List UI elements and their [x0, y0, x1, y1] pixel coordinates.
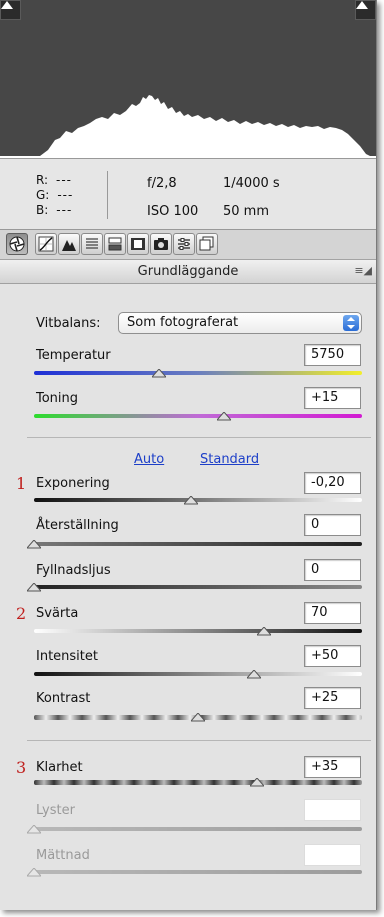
- clipping-highlight-button[interactable]: [355, 0, 376, 20]
- section-title: Grundläggande: [137, 264, 239, 279]
- fill-light-input[interactable]: 0: [304, 559, 361, 581]
- slider-label: Exponering: [36, 476, 110, 491]
- basic-settings: Vitbalans: Som fotograferat Temperatur 5…: [0, 284, 376, 910]
- rgb-g: G: ---: [36, 188, 74, 202]
- slider-thumb-icon[interactable]: [217, 412, 232, 421]
- contrast-input[interactable]: +25: [304, 687, 361, 709]
- detail-icon: [62, 240, 76, 251]
- section-header: Grundläggande ≡◢: [0, 260, 376, 284]
- blacks-slider[interactable]: [34, 629, 362, 633]
- slider-label: Lyster: [36, 803, 75, 818]
- slider-thumb-icon[interactable]: [191, 713, 205, 722]
- iso: ISO 100: [147, 204, 199, 219]
- annotation-marker: 3: [16, 758, 27, 777]
- histogram-graph: [0, 95, 376, 158]
- camera-calibration-icon: [154, 238, 168, 250]
- slider-thumb-icon[interactable]: [250, 778, 265, 787]
- vibrance-input: [304, 799, 361, 821]
- exposure-input[interactable]: -0,20: [304, 472, 361, 494]
- annotation-marker: 1: [16, 474, 27, 493]
- focal-length: 50 mm: [223, 204, 270, 219]
- slider-thumb-icon: [27, 868, 41, 877]
- standard-link[interactable]: Standard: [200, 452, 259, 467]
- temperature-slider[interactable]: [34, 371, 362, 375]
- slider-label: Fyllnadsljus: [36, 563, 111, 578]
- slider-label: Kontrast: [36, 691, 91, 706]
- clarity-slider[interactable]: [34, 780, 362, 785]
- slider-label: Toning: [36, 391, 79, 406]
- white-balance-select[interactable]: Som fotograferat: [118, 312, 362, 334]
- slider-label: Mättnad: [36, 848, 90, 863]
- info-divider: [107, 171, 108, 219]
- tint-input[interactable]: +15: [304, 387, 361, 409]
- tab-tone-curve[interactable]: [35, 233, 57, 255]
- clipping-shadow-button[interactable]: [0, 0, 21, 20]
- tab-hsl[interactable]: [81, 233, 103, 255]
- slider-thumb-icon: [27, 825, 41, 834]
- presets-icon: [178, 238, 190, 250]
- white-balance-value: Som fotograferat: [127, 315, 239, 330]
- tab-detail[interactable]: [58, 233, 80, 255]
- rgb-b: B: ---: [36, 203, 73, 217]
- shutter-speed: 1/4000 s: [223, 176, 280, 191]
- brightness-slider[interactable]: [34, 672, 362, 676]
- slider-thumb-icon[interactable]: [27, 583, 41, 592]
- divider: [27, 437, 371, 438]
- annotation-marker: 2: [16, 604, 27, 623]
- fill-light-slider[interactable]: [34, 585, 362, 589]
- tone-curve-icon: [38, 236, 54, 252]
- triangle-up-icon: [356, 1, 368, 9]
- brightness-input[interactable]: +50: [304, 645, 361, 667]
- recovery-input[interactable]: 0: [304, 514, 361, 536]
- saturation-input: [304, 844, 361, 866]
- triangle-up-icon: [1, 1, 13, 9]
- slider-thumb-icon[interactable]: [246, 670, 261, 679]
- slider-label: Intensitet: [36, 649, 98, 664]
- split-toning-icon: [108, 237, 122, 251]
- temperature-input[interactable]: 5750: [304, 344, 361, 366]
- snapshots-icon: [199, 236, 214, 251]
- tab-camera-calibration[interactable]: [150, 233, 172, 255]
- tab-presets[interactable]: [173, 233, 195, 255]
- aperture: f/2,8: [147, 176, 177, 191]
- tab-split-toning[interactable]: [104, 233, 126, 255]
- slider-label: Klarhet: [36, 760, 83, 775]
- slider-thumb-icon[interactable]: [151, 369, 166, 378]
- slider-thumb-icon[interactable]: [184, 496, 199, 505]
- divider: [27, 740, 371, 741]
- panel-menu-icon[interactable]: ≡◢: [354, 264, 372, 277]
- hsl-icon: [86, 238, 98, 249]
- image-info: R: --- G: --- B: --- f/2,8 1/4000 s ISO 100…: [0, 158, 376, 230]
- recovery-slider[interactable]: [34, 542, 362, 546]
- rgb-r: R: ---: [36, 173, 73, 187]
- tab-snapshots[interactable]: [196, 233, 218, 255]
- slider-label: Återställning: [36, 518, 119, 533]
- aperture-icon: [9, 236, 25, 252]
- histogram: [0, 0, 376, 158]
- blacks-input[interactable]: 70: [304, 602, 361, 624]
- slider-label: Svärta: [36, 606, 79, 621]
- slider-thumb-icon[interactable]: [27, 540, 41, 549]
- lens-correction-icon: [131, 238, 145, 250]
- camera-raw-panel: R: --- G: --- B: --- f/2,8 1/4000 s ISO 100…: [0, 0, 377, 910]
- panel-tabs: [0, 230, 376, 260]
- tint-slider[interactable]: [34, 414, 362, 418]
- slider-label: Temperatur: [36, 348, 111, 363]
- select-arrows-icon: [343, 315, 359, 331]
- tab-basic[interactable]: [6, 233, 28, 255]
- clarity-input[interactable]: +35: [304, 756, 361, 778]
- white-balance-label: Vitbalans:: [36, 316, 101, 331]
- tab-lens-corrections[interactable]: [127, 233, 149, 255]
- slider-thumb-icon[interactable]: [256, 627, 271, 636]
- auto-link[interactable]: Auto: [134, 452, 164, 467]
- saturation-slider: [34, 870, 362, 874]
- vibrance-slider: [34, 827, 362, 831]
